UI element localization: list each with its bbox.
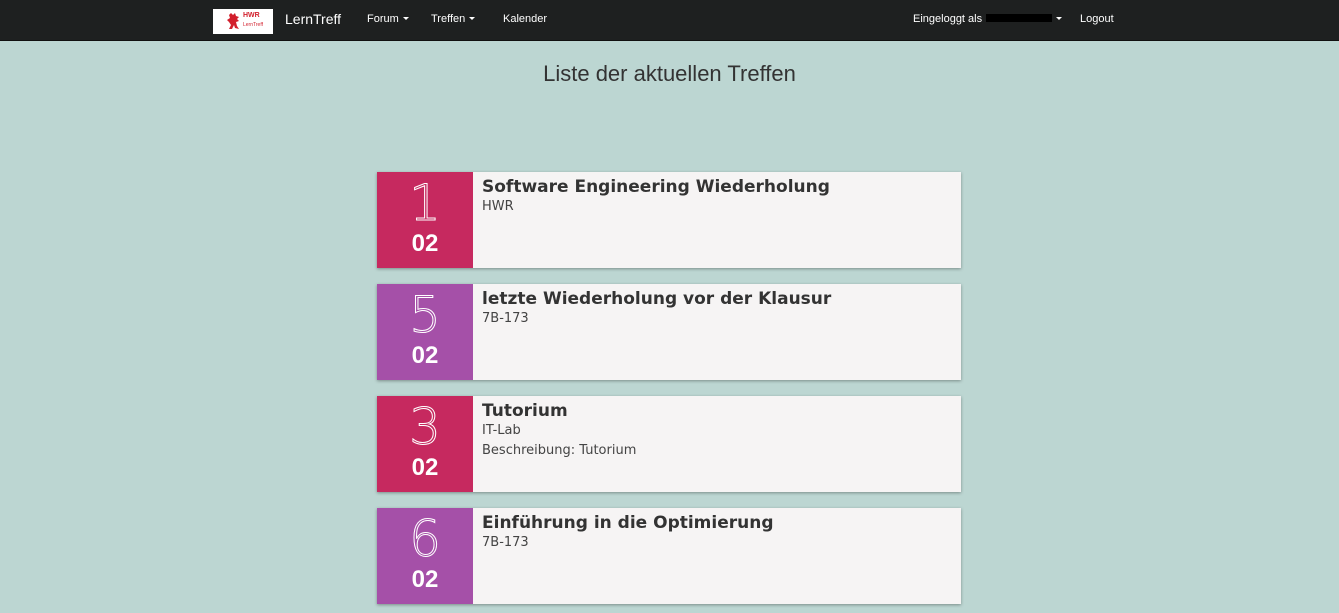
page-title: Liste der aktuellen Treffen xyxy=(543,61,796,86)
date-box: 5 02 xyxy=(377,284,473,380)
meeting-location: HWR xyxy=(482,199,514,214)
meeting-location: 7B-173 xyxy=(482,311,529,326)
meeting-title[interactable]: Tutorium xyxy=(482,401,636,421)
meeting-details: Tutorium IT-Lab Beschreibung: Tutorium xyxy=(482,401,636,461)
hwr-logo[interactable]: HWR LernTreff xyxy=(213,9,273,34)
user-label: Eingeloggt als xyxy=(913,13,983,25)
meeting-card[interactable]: 1 02 Software Engineering Wiederholung H… xyxy=(377,172,961,268)
meeting-day: 3 xyxy=(409,398,442,457)
meeting-title[interactable]: Einführung in die Optimierung xyxy=(482,513,774,533)
bear-icon xyxy=(227,13,239,29)
meeting-location: 7B-173 xyxy=(482,535,529,550)
redacted-username xyxy=(986,14,1053,22)
meeting-day: 6 xyxy=(409,510,442,569)
nav-kalender-link[interactable]: Kalender xyxy=(503,12,547,26)
top-navbar: HWR LernTreff LernTreff Forum Treffen Ka… xyxy=(0,0,1339,41)
meeting-day: 5 xyxy=(409,286,442,345)
date-box: 6 02 xyxy=(377,508,473,604)
meeting-details: Einführung in die Optimierung 7B-173 xyxy=(482,513,774,553)
logout-link[interactable]: Logout xyxy=(1080,12,1114,26)
meeting-month: 02 xyxy=(411,342,439,369)
logo-text: HWR xyxy=(243,12,260,19)
meeting-day: 1 xyxy=(409,174,442,233)
meeting-card[interactable]: 3 02 Tutorium IT-Lab Beschreibung: Tutor… xyxy=(377,396,961,492)
meeting-card[interactable]: 6 02 Einführung in die Optimierung 7B-17… xyxy=(377,508,961,604)
meeting-details: letzte Wiederholung vor der Klausur 7B-1… xyxy=(482,289,831,329)
meeting-location: IT-Lab xyxy=(482,423,521,438)
meeting-details: Software Engineering Wiederholung HWR xyxy=(482,177,830,217)
nav-forum-dropdown[interactable]: Forum xyxy=(367,12,409,26)
date-box: 3 02 xyxy=(377,396,473,492)
brand-link[interactable]: LernTreff xyxy=(285,10,341,28)
nav-forum-label: Forum xyxy=(367,13,399,25)
logo-subtext: LernTreff xyxy=(243,22,264,28)
meeting-title[interactable]: Software Engineering Wiederholung xyxy=(482,177,830,197)
caret-down-icon xyxy=(402,17,409,20)
caret-down-icon xyxy=(1056,17,1063,20)
meeting-month: 02 xyxy=(411,230,439,257)
nav-treffen-label: Treffen xyxy=(431,13,466,25)
meeting-title[interactable]: letzte Wiederholung vor der Klausur xyxy=(482,289,831,309)
date-box: 1 02 xyxy=(377,172,473,268)
meeting-description: Beschreibung: Tutorium xyxy=(482,443,637,458)
meeting-month: 02 xyxy=(411,566,439,593)
user-menu-dropdown[interactable]: Eingeloggt als xyxy=(913,12,1063,26)
nav-treffen-dropdown[interactable]: Treffen xyxy=(431,12,476,26)
meeting-card[interactable]: 5 02 letzte Wiederholung vor der Klausur… xyxy=(377,284,961,380)
caret-down-icon xyxy=(469,17,476,20)
meeting-month: 02 xyxy=(411,454,439,481)
